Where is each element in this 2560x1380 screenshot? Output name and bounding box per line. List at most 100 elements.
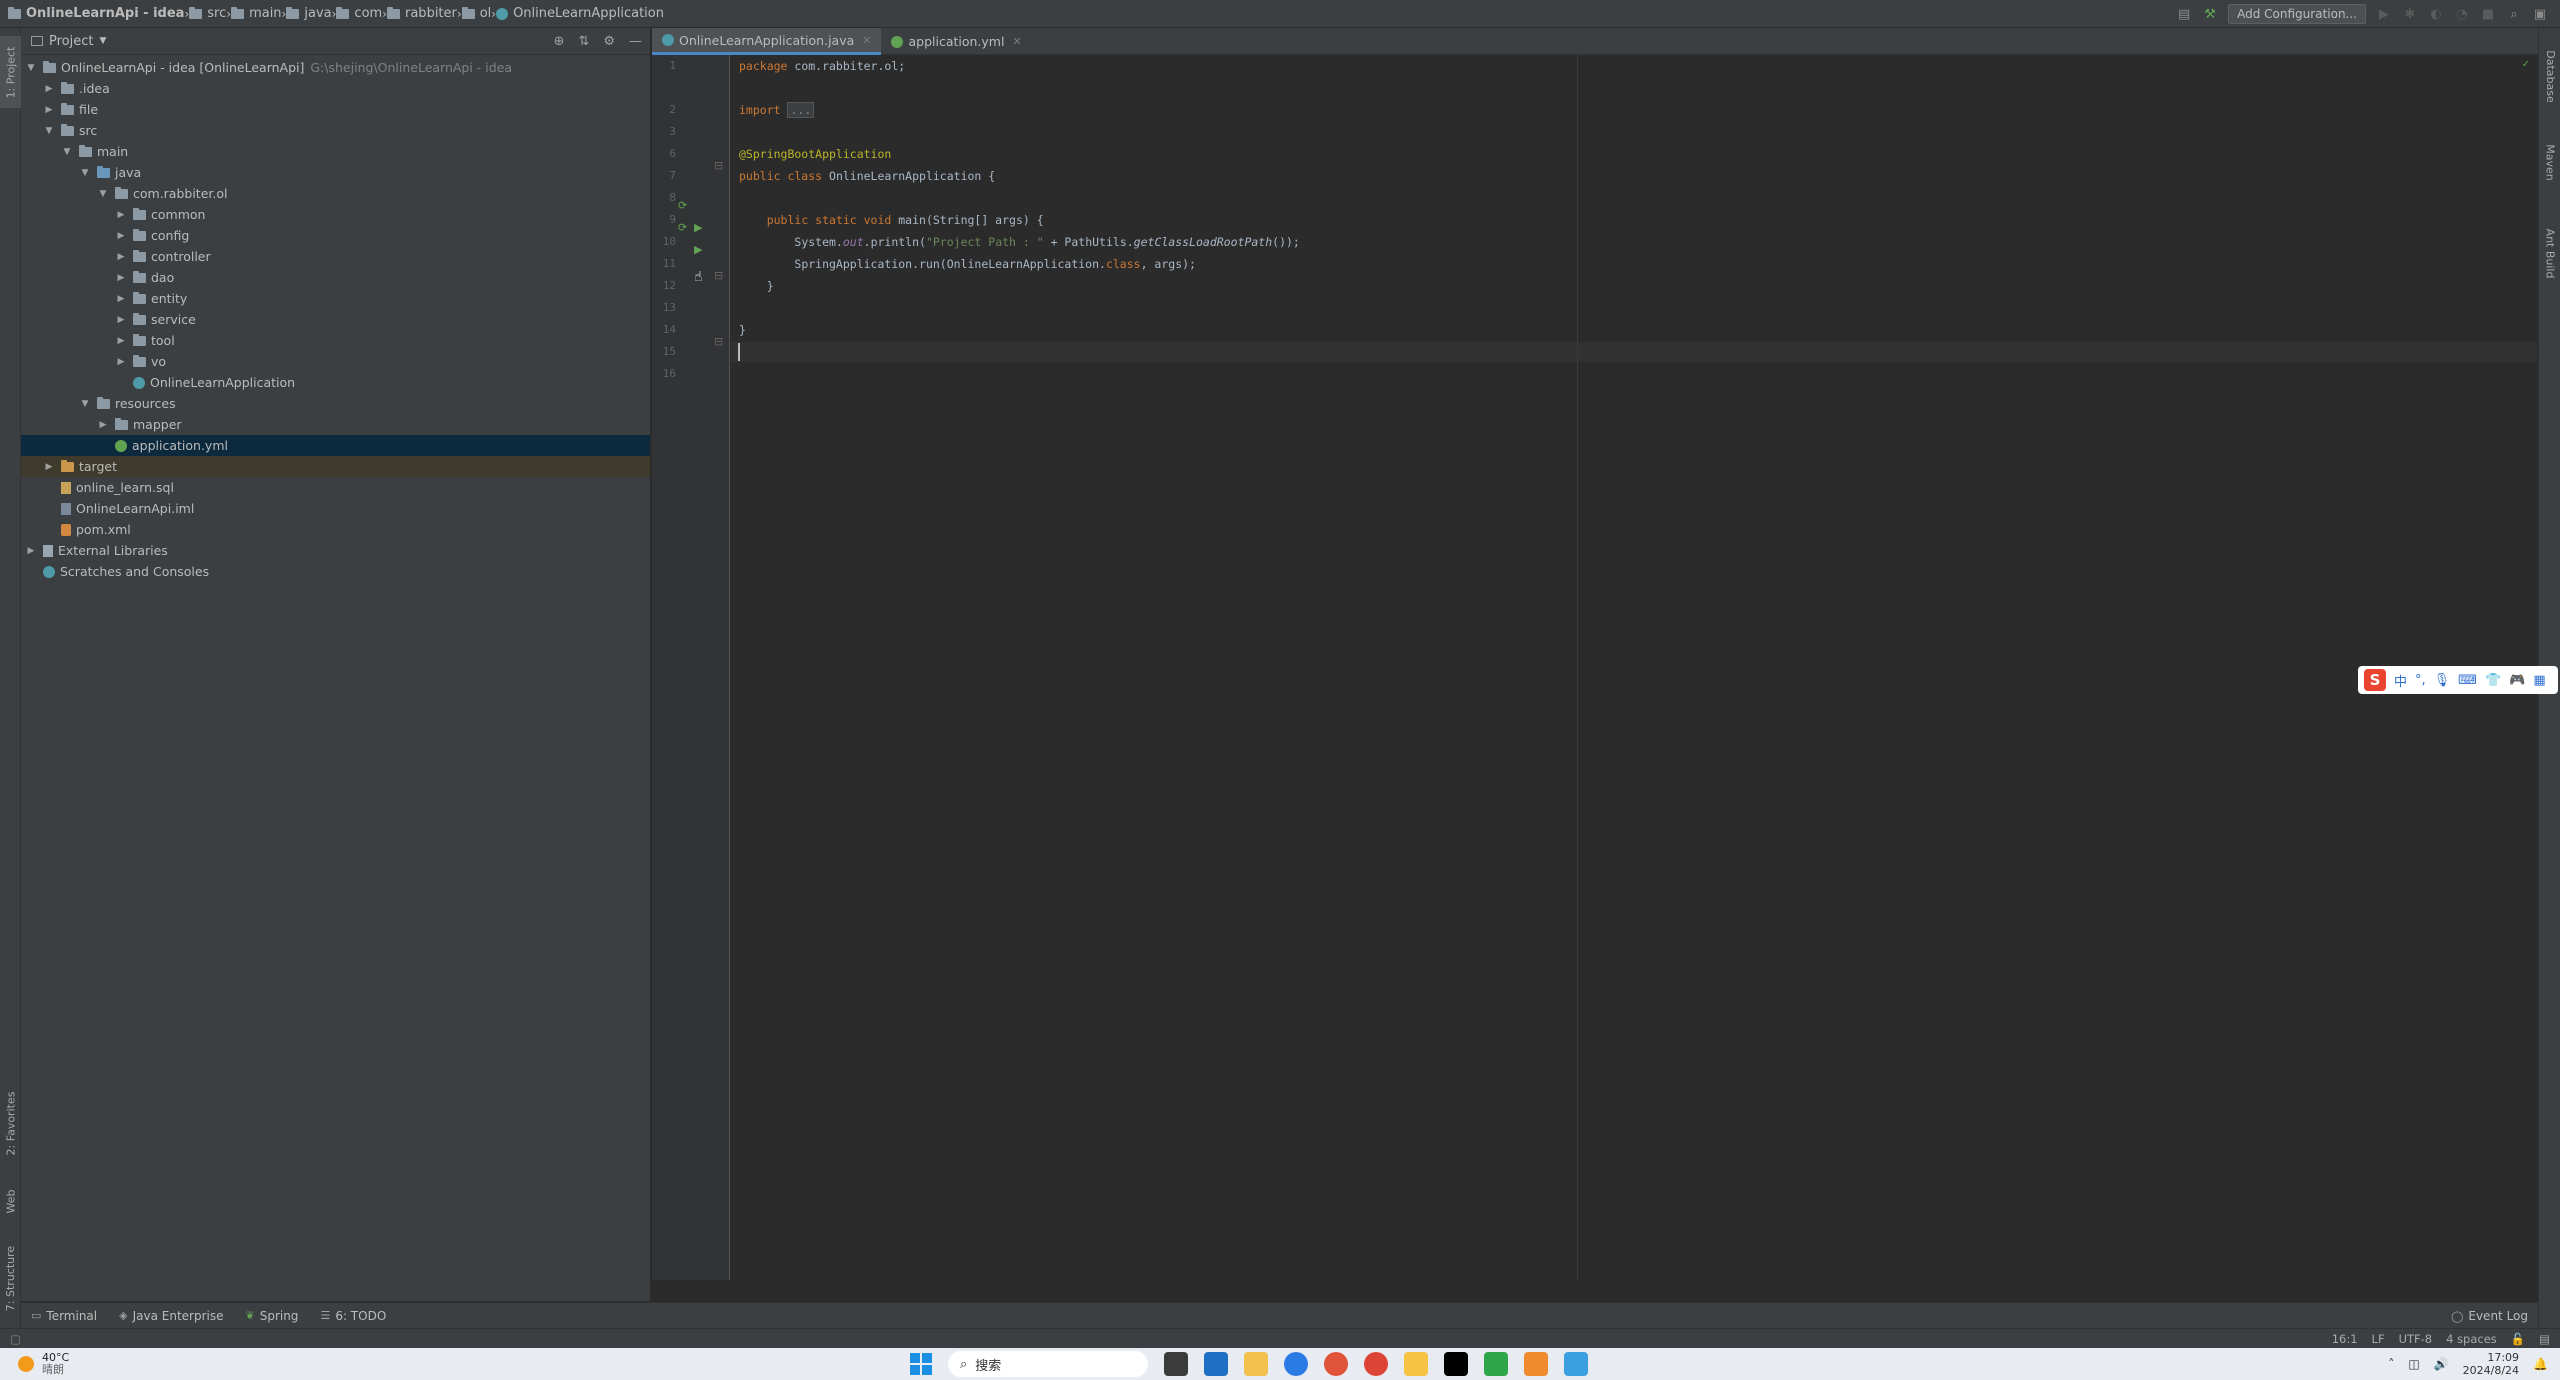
debug-icon[interactable]: ✱ (2402, 6, 2418, 22)
file-explorer-icon[interactable] (1244, 1352, 1268, 1376)
tree-item[interactable]: ▼ src (21, 120, 650, 141)
tree-item[interactable]: ▶ common (21, 204, 650, 225)
tree-item[interactable]: ▼ OnlineLearnApi - idea [OnlineLearnApi] G… (21, 57, 650, 78)
tree-item[interactable]: ▶ dao (21, 267, 650, 288)
start-button[interactable] (910, 1353, 932, 1375)
profile-icon[interactable]: ◔ (2454, 6, 2470, 22)
network-icon[interactable]: ◫ (2408, 1357, 2419, 1371)
line-separator[interactable]: LF (2372, 1332, 2385, 1346)
weather-widget[interactable]: 40°C 晴朗 (0, 1352, 69, 1376)
tree-item[interactable]: application.yml (21, 435, 650, 456)
breadcrumb-item[interactable]: OnlineLearnApi - idea (8, 0, 184, 28)
intellij-idea-icon[interactable] (1444, 1352, 1468, 1376)
search-everywhere-icon[interactable]: ⌕ (2506, 6, 2522, 22)
breadcrumb-item[interactable]: com (336, 0, 382, 28)
notepad-icon[interactable] (1564, 1352, 1588, 1376)
close-icon[interactable]: ✕ (862, 34, 871, 47)
skin-icon[interactable]: 👕 (2485, 673, 2501, 688)
run-gutter-icon[interactable]: ▶ (694, 221, 702, 234)
tree-item[interactable]: OnlineLearnApi.iml (21, 498, 650, 519)
chevron-up-icon[interactable]: ˄ (2388, 1357, 2394, 1371)
project-view-selector[interactable]: Project (49, 34, 93, 49)
chevron-down-icon[interactable]: ▼ (79, 168, 91, 178)
tab-web[interactable]: Web (0, 1176, 21, 1226)
file-encoding[interactable]: UTF-8 (2399, 1332, 2433, 1346)
tab-structure[interactable]: 7: Structure (0, 1233, 21, 1323)
tab-ant-build[interactable]: Ant Build (2539, 208, 2560, 298)
tree-item[interactable]: ▶ vo (21, 351, 650, 372)
chevron-right-icon[interactable]: ▶ (115, 357, 127, 367)
chevron-right-icon[interactable]: ▶ (43, 105, 55, 115)
chrome-icon[interactable] (1364, 1352, 1388, 1376)
settings-sync-icon[interactable]: ▣ (2532, 6, 2548, 22)
fold-marker-icon[interactable]: ⊟ (714, 269, 723, 282)
app-blue-icon[interactable] (1284, 1352, 1308, 1376)
tree-item[interactable]: ▶ target (21, 456, 650, 477)
game-icon[interactable]: 🎮 (2509, 673, 2525, 688)
tree-item[interactable]: pom.xml (21, 519, 650, 540)
spring-bean-gutter-icon[interactable]: ⟳ (678, 221, 687, 234)
chevron-right-icon[interactable]: ▶ (115, 210, 127, 220)
tree-item[interactable]: ▶ External Libraries (21, 540, 650, 561)
todo-tab[interactable]: ☰ 6: TODO (320, 1309, 386, 1323)
folded-imports[interactable]: ... (787, 102, 815, 118)
tree-item[interactable]: ▶ .idea (21, 78, 650, 99)
tree-item[interactable]: ▼ resources (21, 393, 650, 414)
locate-icon[interactable]: ⊕ (554, 34, 565, 49)
inspection-ok-icon[interactable]: ✓ (2522, 57, 2529, 70)
tab-favorites[interactable]: 2: Favorites (0, 1078, 21, 1168)
chevron-down-icon[interactable]: ▼ (99, 36, 106, 46)
tree-item[interactable]: OnlineLearnApplication (21, 372, 650, 393)
editor-gutter[interactable]: 1 2 3 6 7 8 9 10 11 12 13 14 15 16 ⟳ ⟳ ▶… (652, 55, 730, 1280)
chevron-right-icon[interactable]: ▶ (115, 315, 127, 325)
tree-item[interactable]: ▶ entity (21, 288, 650, 309)
tab-application-yml[interactable]: application.yml ✕ (881, 28, 1031, 55)
chevron-right-icon[interactable]: ▶ (115, 294, 127, 304)
clock[interactable]: 17:09 2024/8/24 (2463, 1351, 2519, 1377)
tree-item[interactable]: ▶ tool (21, 330, 650, 351)
microphone-icon[interactable]: 🎙 (2434, 673, 2451, 688)
taskbar-search[interactable]: ⌕ 搜索 (948, 1351, 1148, 1377)
coverage-icon[interactable]: ◐ (2428, 6, 2444, 22)
code-editor[interactable]: package com.rabbiter.ol; import ... @Spr… (731, 55, 2537, 1280)
breadcrumb-item[interactable]: java (286, 0, 332, 28)
tree-item[interactable]: ▶ controller (21, 246, 650, 267)
add-configuration-button[interactable]: Add Configuration... (2228, 4, 2366, 24)
hbuilder-icon[interactable] (1484, 1352, 1508, 1376)
grid-menu-icon[interactable]: ▦ (2533, 673, 2545, 688)
spring-tab[interactable]: ❦ Spring (245, 1309, 298, 1323)
fold-marker-icon[interactable]: ⊟ (714, 159, 723, 172)
caret-position[interactable]: 16:1 (2332, 1332, 2358, 1346)
chevron-right-icon[interactable]: ▶ (115, 252, 127, 262)
chevron-right-icon[interactable]: ▶ (43, 462, 55, 472)
terminal-tab[interactable]: ▭ Terminal (31, 1309, 97, 1323)
tree-item[interactable]: ▶ file (21, 99, 650, 120)
tab-online-learn-application[interactable]: OnlineLearnApplication.java ✕ (652, 28, 882, 55)
stop-icon[interactable]: ■ (2480, 6, 2496, 22)
task-view-icon[interactable] (1164, 1352, 1188, 1376)
browser-red-icon[interactable] (1324, 1352, 1348, 1376)
memory-indicator-icon[interactable]: ▤ (2539, 1332, 2550, 1346)
close-icon[interactable]: ✕ (1012, 35, 1021, 48)
tree-item[interactable]: ▶ mapper (21, 414, 650, 435)
breadcrumb-item[interactable]: OnlineLearnApplication (496, 0, 664, 28)
status-toggle-icon[interactable]: ▢ (10, 1332, 21, 1346)
chevron-right-icon[interactable]: ▶ (97, 420, 109, 430)
app-yellow-icon[interactable] (1404, 1352, 1428, 1376)
minimize-icon[interactable]: — (629, 34, 642, 49)
event-log-tab[interactable]: ◯ Event Log (2451, 1303, 2528, 1329)
chevron-down-icon[interactable]: ▼ (43, 126, 55, 136)
project-structure-icon[interactable]: ▤ (2176, 6, 2192, 22)
chevron-down-icon[interactable]: ▼ (97, 189, 109, 199)
build-hammer-icon[interactable]: ⚒ (2202, 6, 2218, 22)
spring-bean-gutter-icon[interactable]: ⟳ (678, 199, 687, 212)
gear-icon[interactable]: ⚙ (603, 34, 615, 49)
fold-marker-icon[interactable]: ⊟ (714, 335, 723, 348)
volume-icon[interactable]: 🔊 (2434, 1357, 2449, 1371)
chevron-right-icon[interactable]: ▶ (115, 273, 127, 283)
tab-project[interactable]: 1: Project (0, 36, 21, 108)
store-icon[interactable] (1204, 1352, 1228, 1376)
app-orange-icon[interactable] (1524, 1352, 1548, 1376)
ime-punctuation-toggle[interactable]: °, (2415, 673, 2426, 688)
chevron-right-icon[interactable]: ▶ (115, 231, 127, 241)
